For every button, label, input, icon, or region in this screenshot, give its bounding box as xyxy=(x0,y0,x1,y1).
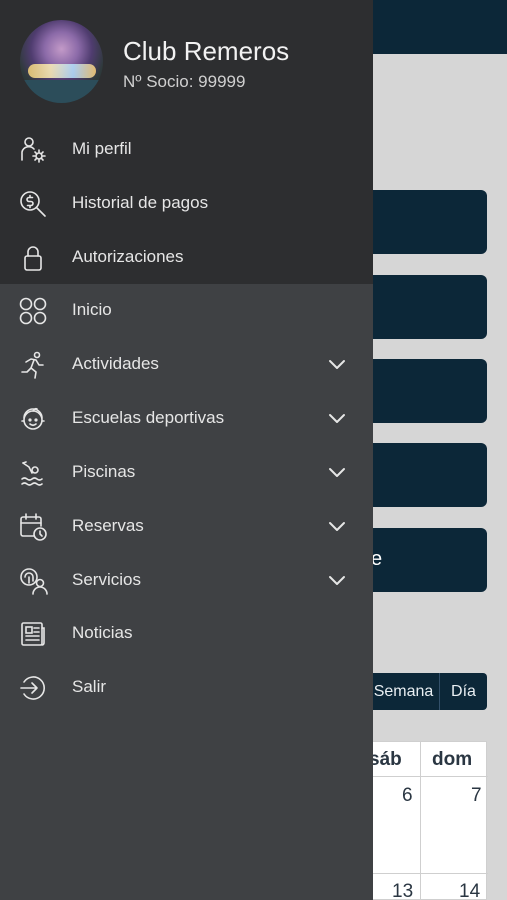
calendar-day[interactable]: 14 xyxy=(459,881,480,900)
chevron-down-icon[interactable] xyxy=(327,411,347,425)
menu-item-piscinas[interactable]: Piscinas xyxy=(0,446,373,500)
menu-item-label: Noticias xyxy=(72,623,133,642)
chevron-down-icon[interactable] xyxy=(327,465,347,479)
chevron-down-icon[interactable] xyxy=(327,357,347,371)
menu-item-label: Autorizaciones xyxy=(72,247,184,266)
menu-item-historial-de-pagos[interactable]: Historial de pagos xyxy=(0,177,373,231)
member-number: Nº Socio: 99999 xyxy=(123,72,246,91)
club-avatar xyxy=(20,20,103,103)
calendar-divider xyxy=(420,742,421,900)
menu-item-label: Inicio xyxy=(72,300,112,319)
avatar-photo-water xyxy=(20,80,103,103)
payment-search-icon xyxy=(18,189,48,219)
menu-item-salir[interactable]: Salir xyxy=(0,661,373,715)
calendar-day[interactable]: 6 xyxy=(402,785,413,807)
menu-item-actividades[interactable]: Actividades xyxy=(0,338,373,392)
calendar-day[interactable]: 7 xyxy=(471,785,482,807)
menu-item-noticias[interactable]: Noticias xyxy=(0,607,373,661)
menu-item-reservas[interactable]: Reservas xyxy=(0,500,373,554)
newspaper-icon xyxy=(18,619,48,649)
club-name: Club Remeros xyxy=(123,36,290,66)
menu-item-label: Servicios xyxy=(72,570,141,589)
menu-item-servicios[interactable]: Servicios xyxy=(0,554,373,608)
menu-item-autorizaciones[interactable]: Autorizaciones xyxy=(0,231,373,285)
lock-icon xyxy=(18,243,48,273)
logout-icon xyxy=(18,673,48,703)
menu-item-label: Historial de pagos xyxy=(72,193,209,212)
services-people-icon xyxy=(18,566,48,596)
calendar-clock-icon xyxy=(18,512,48,542)
calendar-day[interactable]: 13 xyxy=(392,881,413,900)
menu-item-label: Salir xyxy=(72,677,107,696)
menu-item-label: Escuelas deportivas xyxy=(72,408,225,427)
calendar-header-sun: dom xyxy=(432,749,473,770)
menu-item-mi-perfil[interactable]: Mi perfil xyxy=(0,123,373,177)
kid-face-icon xyxy=(18,404,48,434)
chevron-down-icon[interactable] xyxy=(327,519,347,533)
menu-item-label: Piscinas xyxy=(72,462,136,481)
swimmer-icon xyxy=(18,458,48,488)
menu-item-escuelas-deportivas[interactable]: Escuelas deportivas xyxy=(0,392,373,446)
tab-day[interactable]: Día xyxy=(440,673,487,710)
menu-item-label: Actividades xyxy=(72,354,159,373)
chevron-down-icon[interactable] xyxy=(327,573,347,587)
navigation-drawer: Club Remeros Nº Socio: 99999 Mi perfil H… xyxy=(0,0,373,900)
calendar-header-sat: sáb xyxy=(369,749,402,770)
profile-settings-icon xyxy=(18,135,48,165)
grid-circles-icon xyxy=(18,296,48,326)
runner-icon xyxy=(18,350,48,380)
avatar-photo-lights xyxy=(28,64,96,78)
menu-item-inicio[interactable]: Inicio xyxy=(0,284,373,338)
menu-item-label: Reservas xyxy=(72,516,144,535)
menu-item-label: Mi perfil xyxy=(72,139,132,158)
